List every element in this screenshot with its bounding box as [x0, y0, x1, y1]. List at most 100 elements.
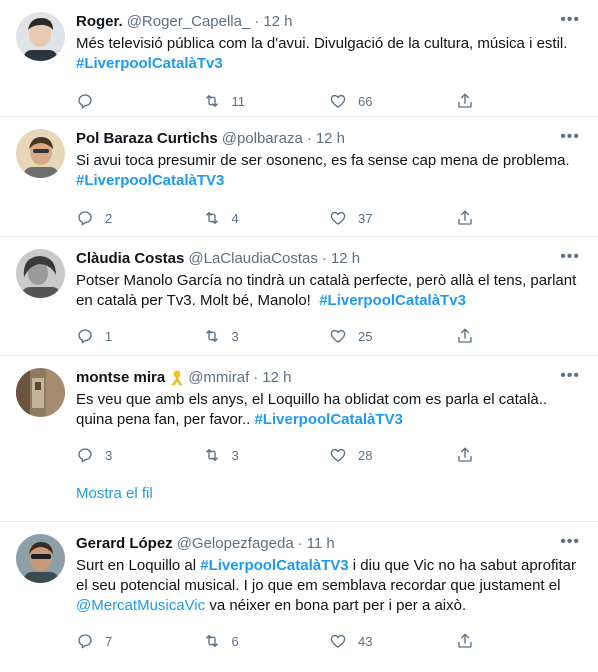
timestamp[interactable]: 12 h: [316, 129, 345, 149]
share-button[interactable]: [456, 327, 583, 345]
tweet-actions: 11 66: [76, 84, 582, 118]
share-icon: [457, 93, 472, 108]
hashtag-link[interactable]: #LiverpoolCatalàTv3: [319, 292, 466, 309]
show-thread-link[interactable]: Mostra el fil: [0, 467, 598, 522]
author-handle[interactable]: @mmiraf: [188, 368, 249, 388]
reply-count: 1: [105, 328, 113, 344]
tweet-header: Pol Baraza Curtichs @polbaraza · 12 h: [76, 129, 582, 149]
reply-button[interactable]: 7: [76, 632, 203, 650]
more-options-icon[interactable]: •••: [560, 12, 580, 28]
like-button[interactable]: 43: [329, 632, 456, 650]
yellow-ribbon-icon: [170, 370, 184, 386]
tweet-text-part: Si avui toca presumir de ser osonenc, es…: [76, 152, 570, 169]
show-thread-label[interactable]: Mostra el fil: [76, 485, 153, 502]
tweet-actions: 2 4 37: [76, 201, 582, 235]
retweet-icon: [205, 95, 218, 107]
retweet-button[interactable]: 4: [203, 209, 330, 227]
author-handle[interactable]: @Gelopezfageda: [177, 534, 294, 554]
separator-dot: ·: [321, 250, 327, 267]
tweet[interactable]: montse mira @mmiraf · 12 h ••• Es veu qu…: [0, 356, 598, 467]
like-icon: [330, 94, 346, 108]
tweet-actions: 3 3 28: [76, 438, 582, 472]
retweet-button[interactable]: 6: [203, 632, 330, 650]
tweet[interactable]: Clàudia Costas @LaClaudiaCostas · 12 h •…: [0, 237, 598, 356]
share-button[interactable]: [456, 632, 583, 650]
reply-button[interactable]: [76, 92, 203, 110]
more-options-icon[interactable]: •••: [560, 129, 580, 145]
reply-button[interactable]: 2: [76, 209, 203, 227]
share-icon: [457, 210, 472, 225]
timestamp[interactable]: 12 h: [331, 249, 360, 269]
tweet[interactable]: Roger. @Roger_Capella_ · 12 h ••• Més te…: [0, 0, 598, 117]
retweet-button[interactable]: 11: [203, 92, 330, 110]
like-button[interactable]: 37: [329, 209, 456, 227]
avatar[interactable]: [16, 534, 65, 583]
author-name[interactable]: Roger.: [76, 12, 123, 32]
reply-count: 7: [105, 633, 113, 649]
tweet-header: montse mira @mmiraf · 12 h: [76, 368, 582, 388]
retweet-button[interactable]: 3: [203, 446, 330, 464]
author-handle[interactable]: @polbaraza: [222, 129, 303, 149]
hashtag-link[interactable]: #LiverpoolCatalàTV3: [76, 172, 224, 189]
timestamp[interactable]: 12 h: [263, 12, 292, 32]
avatar[interactable]: [16, 12, 65, 61]
share-button[interactable]: [456, 209, 583, 227]
hashtag-link[interactable]: #LiverpoolCatalàTv3: [76, 55, 223, 72]
like-button[interactable]: 25: [329, 327, 456, 345]
author-name[interactable]: Clàudia Costas: [76, 249, 184, 269]
author-handle[interactable]: @LaClaudiaCostas: [188, 249, 317, 269]
avatar[interactable]: [16, 368, 65, 417]
like-icon: [330, 329, 346, 343]
like-button[interactable]: 28: [329, 446, 456, 464]
reply-count: 2: [105, 210, 113, 226]
retweet-icon: [205, 635, 218, 647]
reply-button[interactable]: 1: [76, 327, 203, 345]
separator-dot: ·: [297, 535, 303, 552]
like-count: 66: [358, 93, 373, 109]
like-count: 43: [358, 633, 373, 649]
hashtag-link[interactable]: #LiverpoolCatalàTV3: [200, 557, 348, 574]
avatar[interactable]: [16, 129, 65, 178]
tweet-text: Potser Manolo García no tindrà un català…: [76, 271, 582, 311]
tweet-text-part: va néixer en bona part per i per a això.: [205, 597, 467, 614]
like-icon: [330, 211, 346, 225]
author-name[interactable]: montse mira: [76, 368, 165, 388]
author-name[interactable]: Pol Baraza Curtichs: [76, 129, 218, 149]
like-count: 37: [358, 210, 373, 226]
tweet-header: Roger. @Roger_Capella_ · 12 h: [76, 12, 582, 32]
share-icon: [457, 633, 472, 648]
separator-dot: ·: [306, 130, 312, 147]
retweet-count: 4: [231, 210, 239, 226]
hashtag-link[interactable]: #LiverpoolCatalàTV3: [254, 411, 402, 428]
reply-button[interactable]: 3: [76, 446, 203, 464]
share-button[interactable]: [456, 92, 583, 110]
separator-dot: ·: [253, 369, 259, 386]
like-button[interactable]: 66: [329, 92, 456, 110]
tweet-actions: 7 6 43: [76, 624, 582, 658]
reply-icon: [78, 448, 92, 463]
retweet-count: 11: [231, 93, 246, 109]
timestamp[interactable]: 11 h: [307, 534, 335, 554]
retweet-icon: [205, 330, 218, 342]
reply-icon: [78, 211, 92, 226]
retweet-count: 3: [231, 447, 239, 463]
more-options-icon[interactable]: •••: [560, 249, 580, 265]
share-icon: [457, 328, 472, 343]
like-icon: [330, 634, 346, 648]
avatar[interactable]: [16, 249, 65, 298]
reply-icon: [78, 94, 92, 109]
retweet-button[interactable]: 3: [203, 327, 330, 345]
more-options-icon[interactable]: •••: [560, 534, 580, 550]
retweet-icon: [205, 212, 218, 224]
author-handle[interactable]: @Roger_Capella_: [127, 12, 251, 32]
mention-link[interactable]: @MercatMusicaVic: [76, 597, 205, 614]
author-name[interactable]: Gerard López: [76, 534, 173, 554]
timestamp[interactable]: 12 h: [262, 368, 291, 388]
share-button[interactable]: [456, 446, 583, 464]
more-options-icon[interactable]: •••: [560, 368, 580, 384]
tweet-text-part: Surt en Loquillo al: [76, 557, 201, 574]
tweet[interactable]: Pol Baraza Curtichs @polbaraza · 12 h ••…: [0, 117, 598, 237]
share-icon: [457, 447, 472, 462]
tweet-header: Gerard López @Gelopezfageda · 11 h: [76, 534, 582, 554]
tweet[interactable]: Gerard López @Gelopezfageda · 11 h ••• S…: [0, 522, 598, 668]
